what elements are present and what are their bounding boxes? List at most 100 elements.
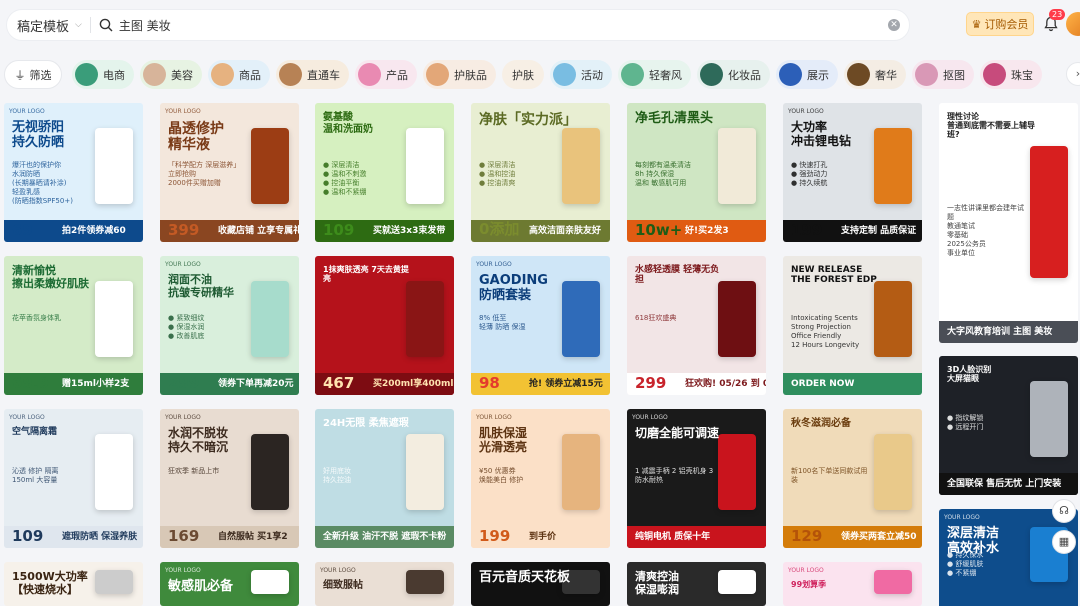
chip-label: 活动: [581, 68, 603, 82]
card-subtext: 1 减震手柄 2 铝壳机身 3 防水耐热: [635, 467, 714, 485]
filter-button[interactable]: ⏚ 筛选: [4, 60, 62, 89]
card-price: 169: [168, 527, 200, 545]
divider: [89, 17, 91, 33]
template-card[interactable]: 净毛孔清黑头 每刻都有温柔清洁 8h 持久保湿 温和 敏感肌可用 10w+ 好!买2发…: [627, 103, 766, 242]
category-chip[interactable]: 奢华: [844, 60, 906, 89]
card-headline: 敏感肌必备: [168, 579, 234, 594]
search-bar[interactable]: 稿定模板 ⌵ ✕: [6, 9, 910, 41]
template-card[interactable]: YOUR LOGO 晶透修护 精华液 「科学配方 深层滋养」 立即抢购 2000件买…: [160, 103, 299, 242]
chip-label: 商品: [239, 68, 261, 82]
card-headline: 理性讨论 普通到底需不需要上辅导班?: [947, 112, 1035, 140]
card-headline: 净毛孔清黑头: [635, 111, 714, 126]
category-chip[interactable]: 电商: [72, 60, 134, 89]
chip-thumbnail: [279, 63, 302, 86]
chip-thumbnail: [621, 63, 644, 86]
chip-label: 奢华: [875, 68, 897, 82]
category-chip[interactable]: 轻奢风: [618, 60, 691, 89]
card-price: 129: [791, 527, 823, 545]
card-promo-strip: 大字风教育培训 主图 美妆: [939, 321, 1078, 343]
card-logo: YOUR LOGO: [165, 414, 201, 421]
chip-label: 直通车: [307, 68, 340, 82]
template-card[interactable]: 净肤「实力派」 ● 深层清洁 ● 温和控油 ● 控油清爽 0添加 高效洁面亲肤友好: [471, 103, 610, 242]
card-subtext: 花苹香氛身体乳: [12, 314, 61, 322]
template-card[interactable]: 清爽控油 保湿嘭润: [627, 562, 766, 606]
template-card[interactable]: YOUR LOGO GAODING 防晒套装 8% 低至 轻薄 防晒 保湿 98 抢! …: [471, 256, 610, 395]
card-price: 10w+: [635, 221, 683, 239]
template-card[interactable]: 1抹爽肤透亮 7天去黄提亮 467 买200ml享400ml: [315, 256, 454, 395]
card-headline: 3D人脸识别 大屏猫眼: [947, 365, 992, 384]
template-card[interactable]: YOUR LOGO 大功率 冲击锂电钻 ● 快速打孔 ● 强劲动力 ● 持久续航 19…: [783, 103, 922, 242]
category-chip[interactable]: 直通车: [276, 60, 349, 89]
template-card[interactable]: 秋冬滋润必备 新100名下单送同款试用装 129 领券买两套立减50: [783, 409, 922, 548]
card-logo: YOUR LOGO: [788, 567, 824, 574]
category-chip[interactable]: 展示: [776, 60, 838, 89]
chip-thumbnail: [700, 63, 723, 86]
grid-view-icon[interactable]: ▦: [1052, 530, 1076, 554]
search-scope-dropdown[interactable]: 稿定模板 ⌵: [7, 16, 82, 35]
card-logo: YOUR LOGO: [476, 414, 512, 421]
template-card[interactable]: YOUR LOGO 99划算季: [783, 562, 922, 606]
product-image: [406, 281, 444, 357]
card-subtext: Intoxicating Scents Strong Projection Of…: [791, 314, 860, 350]
category-chip[interactable]: 抠图: [912, 60, 974, 89]
card-logo: YOUR LOGO: [9, 414, 45, 421]
template-card[interactable]: 水感轻透膜 轻薄无负担618狂欢盛典299狂欢购! 05/26 到 06/18: [627, 256, 766, 395]
vip-subscribe-button[interactable]: ♛ 订购会员: [966, 12, 1034, 36]
category-chip[interactable]: 护肤品: [423, 60, 496, 89]
category-chip[interactable]: 护肤: [502, 60, 544, 89]
category-chip[interactable]: 产品: [355, 60, 417, 89]
card-headline: 秋冬滋润必备: [791, 418, 851, 429]
template-card[interactable]: YOUR LOGO 细致服帖: [315, 562, 454, 606]
card-subtext: ● 持久保水 ● 舒缓肌肤 ● 不紧绷: [947, 551, 984, 578]
template-card[interactable]: 理性讨论 普通到底需不需要上辅导班? 一志性讲课里都会建年试题 教通笔试 零基础 …: [939, 103, 1078, 343]
template-card[interactable]: YOUR LOGO 切磨全能可调速 1 减震手柄 2 铝壳机身 3 防水耐热 纯铜电机…: [627, 409, 766, 548]
card-price: 199: [791, 221, 823, 239]
avatar[interactable]: [1066, 12, 1080, 36]
card-logo: YOUR LOGO: [9, 108, 45, 115]
template-card[interactable]: 3D人脸识别 大屏猫眼 ● 指纹解锁 ● 远程开门 全国联保 售后无忧 上门安装: [939, 356, 1078, 495]
search-input[interactable]: [118, 18, 888, 32]
chip-thumbnail: [426, 63, 449, 86]
template-card[interactable]: YOUR LOGO 水润不脱妆 持久不暗沉 狂欢季 新品上市 169 自然服帖 买1享2: [160, 409, 299, 548]
card-subtext: 一志性讲课里都会建年试题 教通笔试 零基础 2025公务员 事业单位: [947, 204, 1024, 258]
card-promo-strip: 全国联保 售后无忧 上门安装: [939, 473, 1078, 495]
card-subtext: 「科学配方 深层滋养」 立即抢购 2000件买赠加赠: [168, 161, 241, 188]
template-card[interactable]: 百元音质天花板: [471, 562, 610, 606]
category-chip[interactable]: 珠宝: [980, 60, 1042, 89]
chip-thumbnail: [847, 63, 870, 86]
category-chip[interactable]: 化妆品: [697, 60, 770, 89]
chevron-right-icon[interactable]: ›: [1066, 62, 1080, 86]
product-image: [95, 434, 133, 510]
template-card[interactable]: 24H无限 柔焦遮瑕 好用底妆 持久控油 全新升级 油汗不脱 遮瑕不卡粉: [315, 409, 454, 548]
template-card[interactable]: YOUR LOGO 无视骄阳 持久防晒 爆汗也的保护你 水润防晒 (长期暴晒请补涂)…: [4, 103, 143, 242]
template-card[interactable]: 氨基酸 温和洗面奶 ● 深层清洁 ● 温和不刺激 ● 控油平衡 ● 温和不紧绷 10…: [315, 103, 454, 242]
chip-thumbnail: [553, 63, 576, 86]
card-subtext: 新100名下单送同款试用装: [791, 467, 868, 485]
template-card[interactable]: YOUR LOGO 深层清洁 高效补水 ● 持久保水 ● 舒缓肌肤 ● 不紧绷: [939, 509, 1078, 606]
template-card[interactable]: YOUR LOGO 敏感肌必备: [160, 562, 299, 606]
template-card[interactable]: YOUR LOGO 润面不油 抗皱专研精华 ● 紧致细纹 ● 保湿水润 ● 改善肌底…: [160, 256, 299, 395]
card-subtext: ¥50 优惠券 焕能美白 修护: [479, 467, 524, 485]
template-card[interactable]: 1500W大功率 【快速烧水】: [4, 562, 143, 606]
category-chip[interactable]: 活动: [550, 60, 612, 89]
card-headline: 清爽控油 保湿嘭润: [635, 570, 679, 596]
category-chip[interactable]: 商品: [208, 60, 270, 89]
chip-label: 珠宝: [1011, 68, 1033, 82]
card-logo: YOUR LOGO: [320, 567, 356, 574]
chevron-down-icon: ⌵: [75, 20, 82, 30]
product-image: [1030, 146, 1068, 278]
category-chip[interactable]: 美容: [140, 60, 202, 89]
template-card[interactable]: YOUR LOGO 空气隔离霜 沁透 修护 隔离 150ml 大容量 109 遮瑕防晒 …: [4, 409, 143, 548]
search-scope-label: 稿定模板: [17, 19, 70, 35]
category-chips: 电商 美容 商品 直通车 产品 护肤品 护肤 活动 轻奢风 化妆品 展示 奢华 抠图 珠宝: [72, 60, 1042, 89]
card-price: 199: [479, 527, 511, 545]
card-subtext: 8% 低至 轻薄 防晒 保湿: [479, 314, 526, 332]
template-card[interactable]: 清新愉悦 擦出柔嫩好肌肤 花苹香氛身体乳 69.9 赠15ml小样2支: [4, 256, 143, 395]
template-card[interactable]: NEW RELEASE THE FOREST EDP Intoxicating S…: [783, 256, 922, 395]
product-image: [874, 281, 912, 357]
clear-search-icon[interactable]: ✕: [888, 19, 900, 31]
product-image: [874, 434, 912, 510]
template-card[interactable]: YOUR LOGO 肌肤保湿 光滑透亮 ¥50 优惠券 焕能美白 修护 199 到手价: [471, 409, 610, 548]
headset-icon[interactable]: ☊: [1052, 499, 1076, 523]
crown-icon: ♛: [971, 17, 982, 31]
